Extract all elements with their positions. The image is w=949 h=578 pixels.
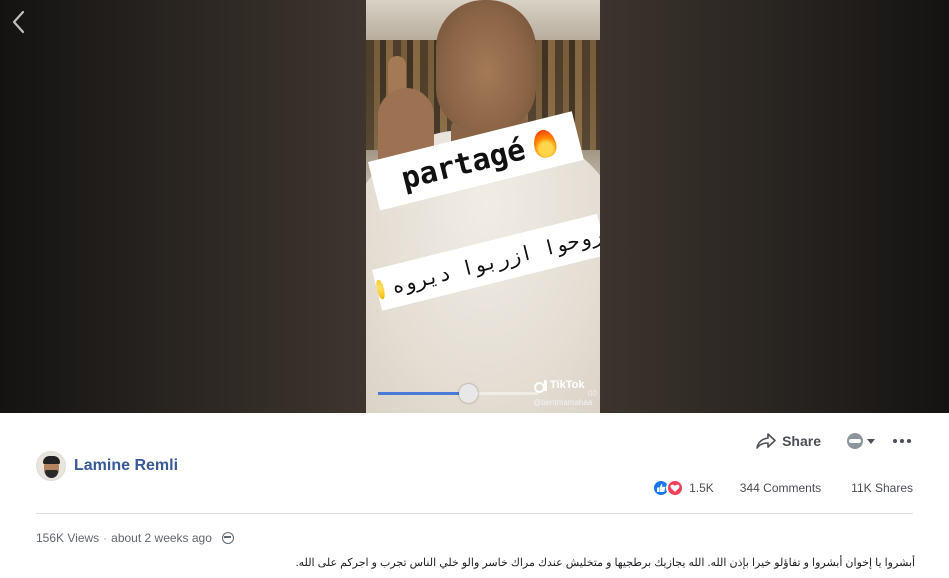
avatar-beard bbox=[45, 470, 58, 478]
video-player[interactable]: partagé روحوا ازربوا ديروه TikTok @bentm… bbox=[0, 0, 949, 413]
more-options-icon bbox=[893, 439, 897, 443]
caret-down-icon bbox=[867, 438, 875, 444]
avatar-hair bbox=[43, 456, 60, 464]
video-frame[interactable]: partagé روحوا ازربوا ديروه TikTok @bentm… bbox=[366, 0, 600, 413]
share-arrow-icon bbox=[756, 433, 776, 449]
public-globe-icon[interactable] bbox=[221, 532, 234, 544]
post-meta: 156K Views · about 2 weeks ago bbox=[36, 531, 234, 545]
video-progress-handle[interactable] bbox=[458, 384, 478, 403]
tiktok-logo-icon bbox=[534, 379, 547, 393]
video-progress-fill bbox=[378, 392, 468, 395]
fire-emoji-icon bbox=[530, 127, 560, 160]
post-timestamp[interactable]: about 2 weeks ago bbox=[111, 531, 212, 545]
comments-count[interactable]: 344 Comments bbox=[740, 481, 821, 495]
post-author: Lamine Remli bbox=[36, 451, 178, 481]
divider bbox=[36, 513, 913, 514]
views-count: 156K Views bbox=[36, 531, 100, 545]
more-options-icon bbox=[907, 439, 911, 443]
tiktok-brand: TikTok bbox=[550, 379, 585, 391]
reactions-count[interactable]: 1.5K bbox=[689, 481, 714, 495]
shares-count[interactable]: 11K Shares bbox=[851, 481, 913, 495]
share-label: Share bbox=[782, 433, 821, 449]
post-caption: أبشروا يا إخوان أبشروا و تفاؤلو خيرا بإذ… bbox=[295, 557, 915, 569]
share-button[interactable]: Share bbox=[756, 433, 821, 449]
video-person-head bbox=[436, 0, 536, 132]
audience-globe-icon bbox=[847, 433, 863, 449]
post-stats: 1.5K 344 Comments 11K Shares bbox=[652, 479, 913, 497]
tiktok-watermark: TikTok bbox=[534, 379, 585, 393]
video-progress-bar[interactable] bbox=[378, 384, 538, 403]
more-options-icon bbox=[900, 439, 904, 443]
back-chevron-icon bbox=[12, 10, 25, 34]
back-button[interactable] bbox=[8, 8, 30, 36]
love-reaction-icon bbox=[666, 479, 685, 497]
avatar[interactable] bbox=[36, 451, 66, 481]
post-actions: Share bbox=[756, 433, 911, 449]
more-options-button[interactable] bbox=[893, 439, 911, 443]
tiktok-handle: @bentmamahaa bbox=[533, 398, 593, 407]
post-info-panel: Share Lamine Remli 1.5K 344 Comments 11K… bbox=[0, 413, 949, 578]
audience-selector[interactable] bbox=[847, 433, 875, 449]
author-name-link[interactable]: Lamine Remli bbox=[74, 457, 178, 475]
reactions-summary[interactable] bbox=[652, 479, 685, 497]
meta-separator: · bbox=[103, 531, 108, 545]
video-time-fragment: 00 bbox=[588, 389, 597, 398]
